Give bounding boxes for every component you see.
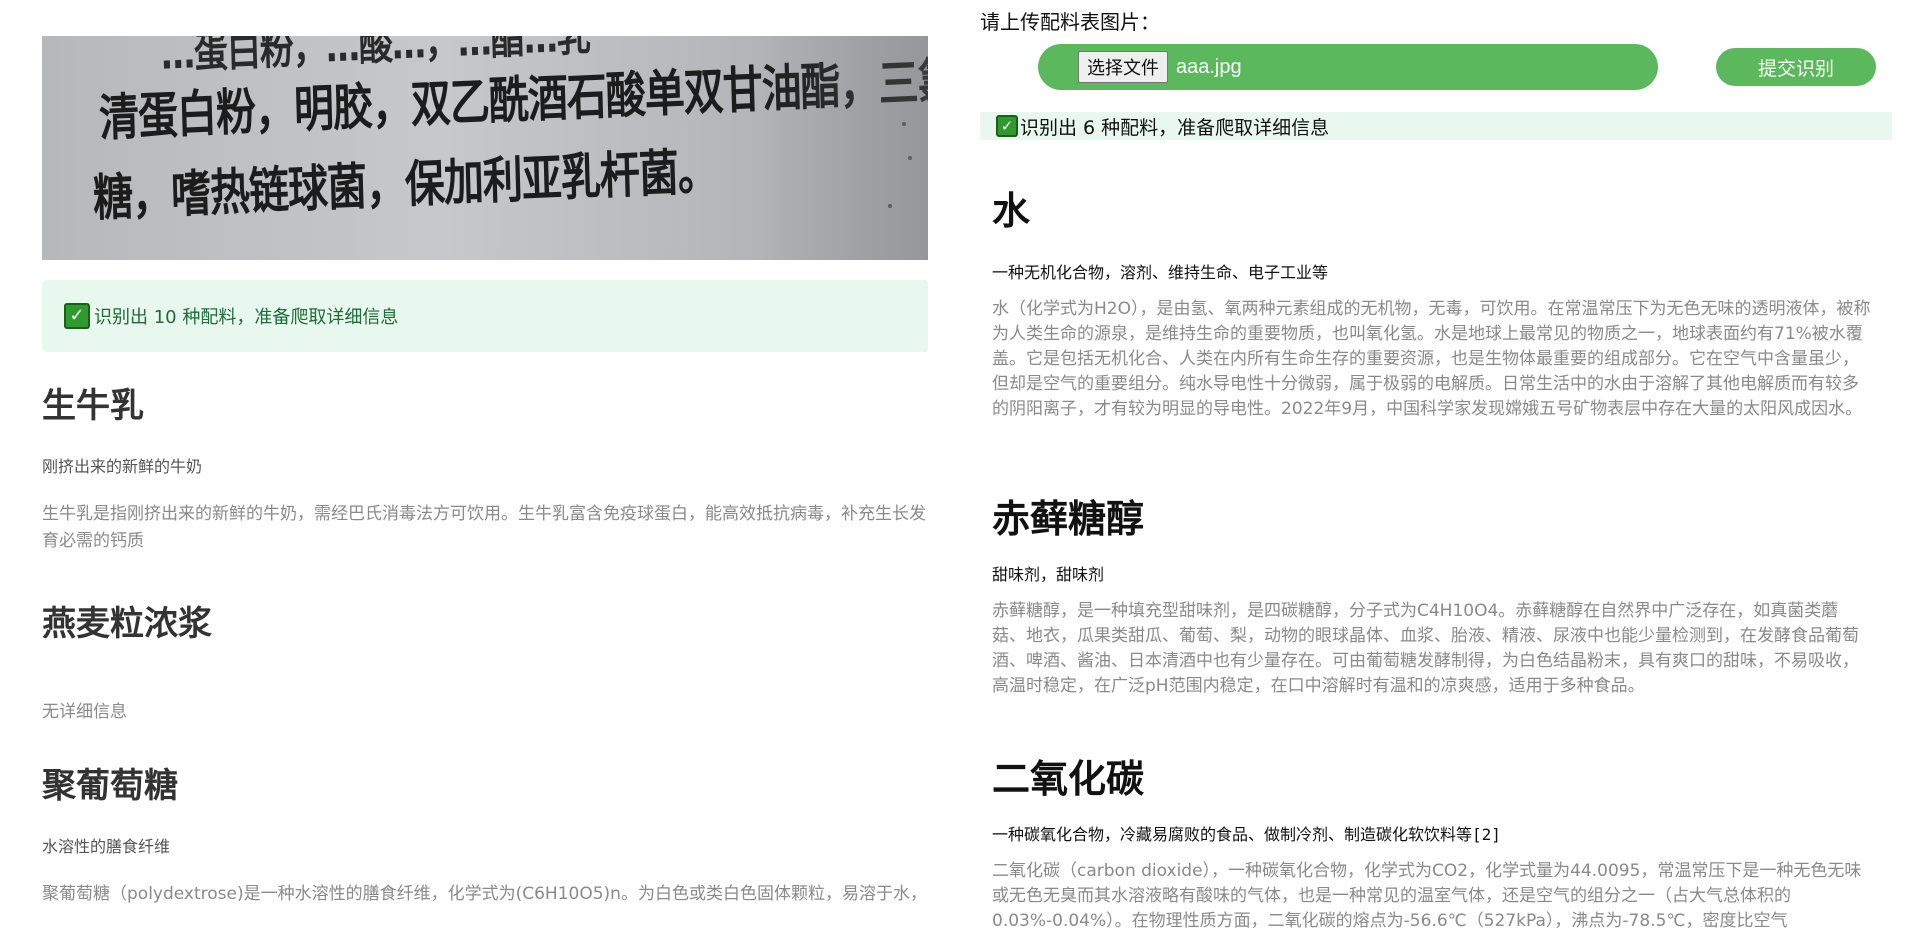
right-upload-panel: 请上传配料表图片： 选择文件 aaa.jpg 提交识别 ✓ 识别出 6 种配料，… (980, 0, 1900, 936)
check-mark-icon: ✓ (996, 115, 1018, 137)
check-mark-icon: ✓ (64, 303, 90, 329)
uploaded-ingredient-photo: …蛋白粉，…酸…，…酯…乳 清蛋白粉，明胶，双乙酰酒石酸单双甘油酯，三氯蔗 糖，… (42, 36, 928, 260)
ingredient-card: 赤藓糖醇 甜味剂，甜味剂 赤藓糖醇，是一种填充型甜味剂，是四碳糖醇，分子式为C4… (992, 488, 1872, 699)
ingredient-name: 聚葡萄糖 (42, 766, 178, 806)
ingredient-description: 赤藓糖醇，是一种填充型甜味剂，是四碳糖醇，分子式为C4H10O4。赤藓糖醇在自然… (992, 601, 1859, 696)
ingredient-card: 聚葡萄糖 水溶性的膳食纤维 聚葡萄糖（polydextrose)是一种水溶性的膳… (42, 758, 928, 908)
ingredient-name: 赤藓糖醇 (992, 497, 1145, 541)
file-input-bar[interactable]: 选择文件 aaa.jpg (1038, 44, 1658, 90)
upload-label: 请上传配料表图片： (980, 10, 1160, 34)
ingredient-name: 生牛乳 (42, 386, 144, 426)
recognition-alert: ✓ 识别出 6 种配料，准备爬取详细信息 (980, 112, 1892, 140)
left-result-panel: …蛋白粉，…酸…，…酯…乳 清蛋白粉，明胶，双乙酰酒石酸单双甘油酯，三氯蔗 糖，… (42, 0, 928, 936)
ingredient-description: 聚葡萄糖（polydextrose)是一种水溶性的膳食纤维，化学式为(C6H10… (42, 884, 927, 904)
ingredient-subtitle: 刚挤出来的新鲜的牛奶 (42, 457, 203, 476)
ingredient-card: 二氧化碳 一种碳氧化合物，冷藏易腐败的食品、做制冷剂、制造碳化软饮料等[2] 二… (992, 748, 1872, 934)
ingredient-name: 燕麦粒浓浆 (42, 604, 212, 644)
ingredient-description: 无详细信息 (42, 702, 127, 722)
ingredient-subtitle: 水溶性的膳食纤维 (42, 837, 171, 856)
ingredient-subtitle: 甜味剂，甜味剂 (992, 565, 1105, 584)
ingredient-subtitle: 一种无机化合物，溶剂、维持生命、电子工业等 (992, 263, 1329, 282)
alert-text: 识别出 6 种配料，准备爬取详细信息 (1020, 116, 1330, 139)
submit-recognition-button[interactable]: 提交识别 (1716, 48, 1876, 86)
ingredient-card: 生牛乳 刚挤出来的新鲜的牛奶 生牛乳是指刚挤出来的新鲜的牛奶，需经巴氏消毒法方可… (42, 378, 928, 555)
ingredient-description: 二氧化碳（carbon dioxide），一种碳氧化合物，化学式为CO2，化学式… (992, 861, 1862, 931)
ingredient-name: 水 (992, 189, 1031, 233)
selected-file-name: aaa.jpg (1176, 55, 1242, 78)
ingredient-card: 水 一种无机化合物，溶剂、维持生命、电子工业等 水（化学式为H2O），是由氢、氧… (992, 180, 1872, 422)
choose-file-button[interactable]: 选择文件 (1078, 51, 1168, 83)
alert-text: 识别出 10 种配料，准备爬取详细信息 (94, 307, 399, 328)
ingredient-name: 二氧化碳 (992, 757, 1145, 801)
ingredient-description: 水（化学式为H2O），是由氢、氧两种元素组成的无机物，无毒，可饮用。在常温常压下… (992, 299, 1871, 419)
ingredient-card: 燕麦粒浓浆 无详细信息 (42, 596, 928, 726)
recognition-alert: ✓ 识别出 10 种配料，准备爬取详细信息 (42, 280, 928, 352)
ingredient-subtitle: 一种碳氧化合物，冷藏易腐败的食品、做制冷剂、制造碳化软饮料等[2] (992, 825, 1501, 844)
ingredient-description: 生牛乳是指刚挤出来的新鲜的牛奶，需经巴氏消毒法方可饮用。生牛乳富含免疫球蛋白，能… (42, 504, 926, 551)
